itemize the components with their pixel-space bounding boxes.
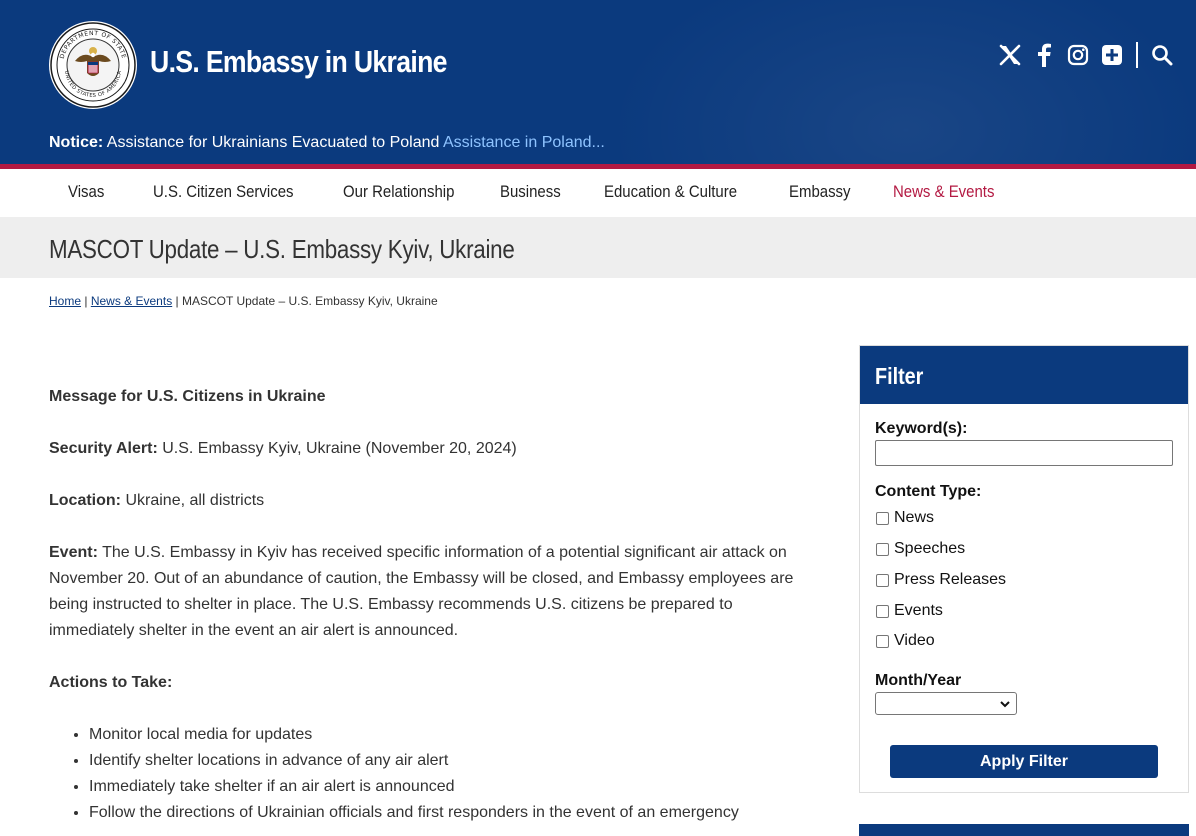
search-icon[interactable] xyxy=(1150,42,1174,68)
facebook-icon[interactable] xyxy=(1032,42,1056,68)
nav-item-news-events[interactable]: News & Events xyxy=(893,182,994,202)
keyword-input[interactable] xyxy=(875,440,1173,466)
location-text: Ukraine, all districts xyxy=(125,492,265,509)
nav-item-our-relationship[interactable]: Our Relationship xyxy=(343,182,454,202)
list-item: Immediately take shelter if an air alert… xyxy=(89,774,809,800)
breadcrumb: Home | News & Events | MASCOT Update – U… xyxy=(49,294,438,308)
sidebar-next-panel xyxy=(859,824,1189,836)
filter-header: Filter xyxy=(860,346,1188,404)
month-year-select[interactable] xyxy=(875,692,1017,715)
site-header: DEPARTMENT OF STATE UNITED STATES OF AME… xyxy=(0,0,1196,164)
notice-text: Assistance for Ukrainians Evacuated to P… xyxy=(106,134,440,151)
checkbox-label: Press Releases xyxy=(894,571,1007,588)
list-item: Monitor local media for updates xyxy=(89,722,809,748)
flickr-plus-icon[interactable] xyxy=(1100,42,1124,68)
breadcrumb-current: MASCOT Update – U.S. Embassy Kyiv, Ukrai… xyxy=(182,294,438,308)
page-title-band: MASCOT Update – U.S. Embassy Kyiv, Ukrai… xyxy=(0,217,1196,278)
list-item: Identify shelter locations in advance of… xyxy=(89,748,809,774)
checkbox-label: News xyxy=(894,509,935,526)
content-type-press-releases[interactable]: Press Releases xyxy=(876,571,1006,589)
content-type-news[interactable]: News xyxy=(876,509,934,527)
actions-label: Actions to Take: xyxy=(49,674,173,691)
social-divider xyxy=(1136,42,1138,68)
article-body: Message for U.S. Citizens in Ukraine Sec… xyxy=(49,384,809,826)
breadcrumb-section[interactable]: News & Events xyxy=(91,294,172,308)
checkbox[interactable] xyxy=(876,573,889,587)
article-heading: Message for U.S. Citizens in Ukraine xyxy=(49,388,326,405)
content-type-speeches[interactable]: Speeches xyxy=(876,540,965,558)
month-year-label: Month/Year xyxy=(875,672,962,689)
checkbox[interactable] xyxy=(876,511,889,525)
social-links xyxy=(998,42,1174,68)
page-title: MASCOT Update – U.S. Embassy Kyiv, Ukrai… xyxy=(49,234,515,264)
checkbox[interactable] xyxy=(876,604,889,618)
chevron-down-icon xyxy=(999,697,1011,715)
x-icon[interactable] xyxy=(998,42,1022,68)
checkbox[interactable] xyxy=(876,634,889,648)
actions-list: Monitor local media for updates Identify… xyxy=(89,722,809,826)
nav-item-embassy[interactable]: Embassy xyxy=(789,182,851,202)
apply-filter-button[interactable]: Apply Filter xyxy=(890,745,1158,778)
filter-panel: Filter Keyword(s): Content Type: News Sp… xyxy=(859,345,1189,793)
security-alert-text: U.S. Embassy Kyiv, Ukraine (November 20,… xyxy=(162,440,517,457)
breadcrumb-separator: | xyxy=(175,294,179,308)
event-text: The U.S. Embassy in Kyiv has received sp… xyxy=(49,544,794,639)
filter-title: Filter xyxy=(875,363,924,389)
checkbox-label: Events xyxy=(894,602,943,619)
notice-link[interactable]: Assistance in Poland... xyxy=(443,134,605,151)
notice-bar: Notice: Assistance for Ukrainians Evacua… xyxy=(49,134,605,152)
site-title[interactable]: U.S. Embassy in Ukraine xyxy=(150,44,448,80)
nav-item-visas[interactable]: Visas xyxy=(68,182,104,202)
security-alert-label: Security Alert: xyxy=(49,440,158,457)
main-nav: Visas U.S. Citizen Services Our Relation… xyxy=(0,169,1196,217)
keyword-label: Keyword(s): xyxy=(875,420,968,437)
nav-item-education-culture[interactable]: Education & Culture xyxy=(604,182,737,202)
breadcrumb-home[interactable]: Home xyxy=(49,294,81,308)
checkbox[interactable] xyxy=(876,542,889,556)
event-label: Event: xyxy=(49,544,98,561)
checkbox-label: Speeches xyxy=(894,540,966,557)
department-of-state-seal[interactable]: DEPARTMENT OF STATE UNITED STATES OF AME… xyxy=(49,21,137,109)
content-type-events[interactable]: Events xyxy=(876,602,943,620)
nav-item-business[interactable]: Business xyxy=(500,182,561,202)
breadcrumb-separator: | xyxy=(84,294,88,308)
nav-item-citizen-services[interactable]: U.S. Citizen Services xyxy=(153,182,294,202)
instagram-icon[interactable] xyxy=(1066,42,1090,68)
location-label: Location: xyxy=(49,492,121,509)
content-type-label: Content Type: xyxy=(875,483,982,500)
notice-label: Notice: xyxy=(49,134,104,151)
list-item: Follow the directions of Ukrainian offic… xyxy=(89,800,809,826)
content-type-video[interactable]: Video xyxy=(876,632,935,650)
checkbox-label: Video xyxy=(894,632,935,649)
